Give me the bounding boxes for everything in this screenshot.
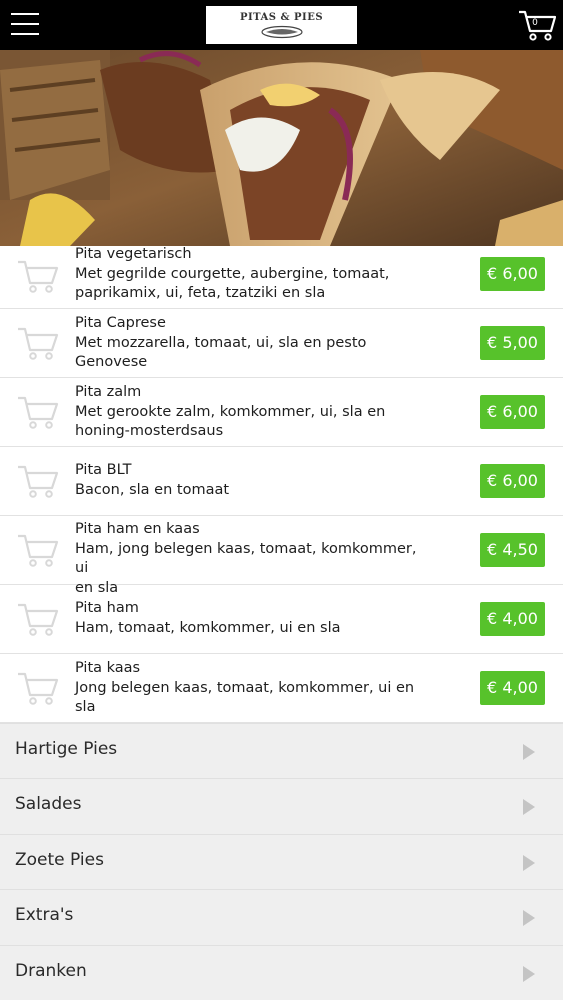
item-text: Pita zalm Met gerookte zalm, komkommer, … (75, 383, 420, 442)
price-button[interactable]: € 6,00 (480, 257, 545, 291)
logo-emblem-icon (260, 25, 303, 38)
item-text: Pita kaas Jong belegen kaas, tomaat, kom… (75, 659, 420, 718)
item-name: Pita vegetarisch (75, 246, 192, 262)
item-description: honing-mosterdsaus (75, 423, 224, 439)
item-name: Pita ham en kaas (75, 521, 200, 537)
item-description: Ham, jong belegen kaas, tomaat, komkomme… (75, 540, 417, 577)
cart-count-badge: 0 (532, 18, 538, 28)
top-bar: PITAS & PIES 0 (0, 0, 563, 50)
item-description: Met mozzarella, tomaat, ui, sla en pesto (75, 334, 367, 351)
category-row-zoete-pies[interactable]: Zoete Pies (0, 833, 563, 890)
item-name: Pita Caprese (75, 315, 166, 331)
add-to-cart-icon[interactable] (17, 670, 59, 706)
item-description: Ham, tomaat, komkommer, ui en sla (75, 619, 341, 636)
logo[interactable]: PITAS & PIES (206, 6, 357, 44)
price-button[interactable]: € 4,00 (480, 671, 545, 705)
category-label: Extra's (15, 905, 74, 926)
category-row-extras[interactable]: Extra's (0, 889, 563, 945)
price-button[interactable]: € 5,00 (480, 326, 545, 360)
item-text: Pita vegetarisch Met gegrilde courgette,… (75, 245, 420, 304)
item-description: Bacon, sla en tomaat (75, 481, 230, 498)
item-name: Pita ham (75, 600, 139, 616)
price-button[interactable]: € 4,50 (480, 533, 545, 567)
logo-text: PITAS & PIES (239, 11, 324, 23)
category-row-salades[interactable]: Salades (0, 778, 563, 834)
chevron-right-icon (523, 965, 535, 982)
category-label: Hartige Pies (15, 739, 118, 759)
category-label: Salades (15, 794, 82, 815)
hamburger-menu-icon[interactable] (11, 13, 39, 35)
add-to-cart-icon[interactable] (17, 258, 59, 294)
price-button[interactable]: € 4,00 (480, 602, 545, 636)
item-description: Met gegrilde courgette, aubergine, tomaa… (75, 265, 390, 282)
list-item[interactable]: Pita Caprese Met mozzarella, tomaat, ui,… (0, 309, 563, 378)
category-list: Hartige Pies Salades Zoete Pies Extra's … (0, 723, 563, 1000)
hero-food-image (0, 50, 563, 246)
price-button[interactable]: € 6,00 (480, 464, 545, 498)
item-description: Genovese (75, 354, 148, 370)
add-to-cart-icon[interactable] (17, 463, 59, 499)
item-name: Pita zalm (75, 384, 142, 400)
category-label: Zoete Pies (15, 849, 104, 870)
add-to-cart-icon[interactable] (17, 601, 59, 637)
chevron-right-icon (523, 854, 535, 871)
category-row-dranken[interactable]: Dranken (0, 944, 563, 1000)
list-item[interactable]: Pita ham en kaas Ham, jong belegen kaas,… (0, 516, 563, 596)
add-to-cart-icon[interactable] (17, 532, 59, 568)
item-name: Pita kaas (75, 660, 141, 676)
menu-item-list: Pita vegetarisch Met gegrilde courgette,… (0, 246, 563, 723)
item-text: Pita Caprese Met mozzarella, tomaat, ui,… (75, 314, 420, 373)
price-button[interactable]: € 6,00 (480, 395, 545, 429)
list-item[interactable]: Pita zalm Met gerookte zalm, komkommer, … (0, 378, 563, 447)
chevron-right-icon (523, 910, 535, 927)
add-to-cart-icon[interactable] (17, 325, 59, 361)
item-description: paprikamix, ui, feta, tzatziki en sla (75, 285, 326, 301)
item-name: Pita BLT (75, 462, 132, 478)
item-description: Met gerookte zalm, komkommer, ui, sla en (75, 403, 386, 420)
chevron-right-icon (523, 799, 535, 816)
item-description: sla (75, 699, 96, 715)
chevron-right-icon (523, 744, 535, 760)
category-row-hartige-pies[interactable]: Hartige Pies (0, 723, 563, 779)
item-text: Pita ham Ham, tomaat, komkommer, ui en s… (75, 599, 420, 638)
list-item[interactable]: Pita BLT Bacon, sla en tomaat € 6,00 (0, 447, 563, 516)
list-item[interactable]: Pita ham Ham, tomaat, komkommer, ui en s… (0, 585, 563, 654)
category-label: Dranken (15, 960, 87, 981)
item-description: Jong belegen kaas, tomaat, komkommer, ui… (75, 679, 415, 696)
item-text: Pita BLT Bacon, sla en tomaat (75, 461, 420, 500)
add-to-cart-icon[interactable] (17, 394, 59, 430)
list-item[interactable]: Pita vegetarisch Met gegrilde courgette,… (0, 246, 563, 309)
list-item[interactable]: Pita kaas Jong belegen kaas, tomaat, kom… (0, 654, 563, 723)
